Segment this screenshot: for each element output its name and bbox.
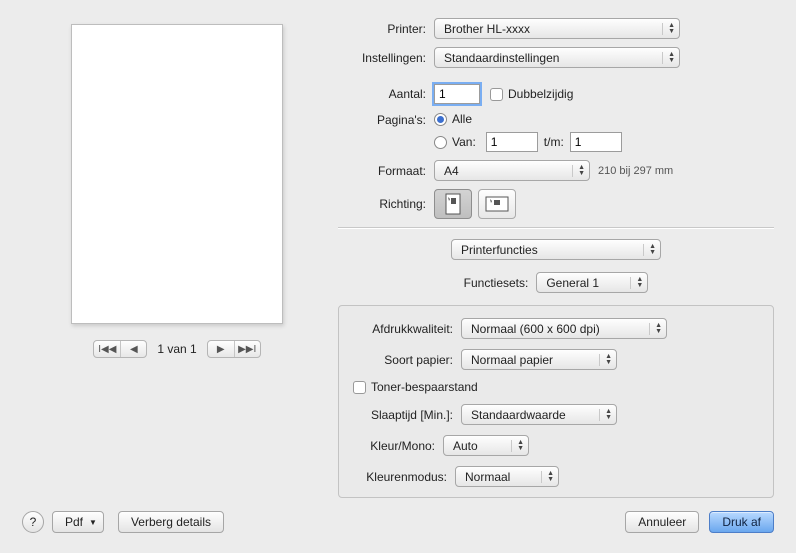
print-button[interactable]: Druk af (709, 511, 774, 533)
media-type-label: Soort papier: (353, 353, 461, 367)
paper-size-select[interactable]: A4 ▲▼ (434, 160, 590, 181)
color-mono-label: Kleur/Mono: (353, 439, 443, 453)
updown-icon: ▲▼ (599, 409, 612, 421)
pages-to-label: t/m: (544, 135, 564, 149)
color-mono-select[interactable]: Auto ▲▼ (443, 435, 529, 456)
print-dialog: I◀◀ ◀ 1 van 1 ▶ ▶▶I Printer: Brother HL-… (0, 0, 796, 553)
copies-label: Aantal: (338, 87, 434, 101)
pdf-menu-button[interactable]: Pdf ▼ (52, 511, 104, 533)
cancel-label: Annuleer (638, 515, 686, 529)
presets-select[interactable]: Standaardinstellingen ▲▼ (434, 47, 680, 68)
toner-save-checkbox[interactable] (353, 381, 366, 394)
updown-icon: ▲▼ (662, 52, 675, 64)
sleep-time-select[interactable]: Standaardwaarde ▲▼ (461, 404, 617, 425)
feature-panel: Afdrukkwaliteit: Normaal (600 x 600 dpi)… (338, 305, 774, 498)
sleep-time-value: Standaardwaarde (471, 408, 566, 422)
feature-sets-value: General 1 (546, 276, 599, 290)
bottom-bar: ? Pdf ▼ Verberg details Annuleer Druk af (0, 497, 796, 553)
pages-from-label: Van: (452, 135, 476, 149)
preview-pager: I◀◀ ◀ 1 van 1 ▶ ▶▶I (93, 340, 260, 358)
portrait-icon (443, 193, 463, 215)
sleep-time-label: Slaaptijd [Min.]: (353, 408, 461, 422)
orientation-label: Richting: (338, 197, 434, 211)
preview-page (71, 24, 283, 324)
updown-icon: ▲▼ (541, 471, 554, 483)
printer-value: Brother HL-xxxx (444, 22, 530, 36)
updown-icon: ▲▼ (630, 277, 643, 289)
paper-size-label: Formaat: (338, 164, 434, 178)
pager-fwd-group: ▶ ▶▶I (207, 340, 261, 358)
pager-next-button[interactable]: ▶ (208, 341, 234, 357)
color-mono-value: Auto (453, 439, 478, 453)
pages-to-input[interactable] (570, 132, 622, 152)
presets-value: Standaardinstellingen (444, 51, 559, 65)
pager-label: 1 van 1 (157, 342, 196, 356)
copies-input[interactable] (434, 84, 480, 104)
pages-range-radio[interactable] (434, 136, 447, 149)
color-mode-label: Kleurenmodus: (353, 470, 455, 484)
print-quality-value: Normaal (600 x 600 dpi) (471, 322, 600, 336)
pages-all-radio[interactable] (434, 113, 447, 126)
hide-details-button[interactable]: Verberg details (118, 511, 224, 533)
orientation-portrait-button[interactable] (434, 189, 472, 219)
printer-label: Printer: (338, 22, 434, 36)
media-type-value: Normaal papier (471, 353, 553, 367)
color-mode-value: Normaal (465, 470, 510, 484)
updown-icon: ▲▼ (649, 323, 662, 335)
help-button[interactable]: ? (22, 511, 44, 533)
landscape-icon (485, 194, 509, 214)
media-type-select[interactable]: Normaal papier ▲▼ (461, 349, 617, 370)
pager-prev-button[interactable]: ◀ (120, 341, 146, 357)
duplex-label: Dubbelzijdig (508, 87, 573, 101)
divider (338, 227, 774, 229)
orientation-landscape-button[interactable] (478, 189, 516, 219)
preview-pane: I◀◀ ◀ 1 van 1 ▶ ▶▶I (22, 18, 332, 498)
pdf-label: Pdf (65, 515, 83, 529)
paper-size-value: A4 (444, 164, 459, 178)
pages-from-input[interactable] (486, 132, 538, 152)
print-quality-label: Afdrukkwaliteit: (353, 322, 461, 336)
print-quality-select[interactable]: Normaal (600 x 600 dpi) ▲▼ (461, 318, 667, 339)
chevron-down-icon: ▼ (89, 518, 97, 527)
pager-last-button[interactable]: ▶▶I (234, 341, 260, 357)
printer-select[interactable]: Brother HL-xxxx ▲▼ (434, 18, 680, 39)
updown-icon: ▲▼ (643, 244, 656, 256)
cancel-button[interactable]: Annuleer (625, 511, 699, 533)
updown-icon: ▲▼ (572, 165, 585, 177)
help-icon: ? (30, 515, 37, 529)
print-label: Druk af (722, 515, 761, 529)
pager-first-button[interactable]: I◀◀ (94, 341, 120, 357)
duplex-checkbox[interactable] (490, 88, 503, 101)
hide-details-label: Verberg details (131, 515, 211, 529)
color-mode-select[interactable]: Normaal ▲▼ (455, 466, 559, 487)
pager-back-group: I◀◀ ◀ (93, 340, 147, 358)
section-select[interactable]: Printerfuncties ▲▼ (451, 239, 661, 260)
form-pane: Printer: Brother HL-xxxx ▲▼ Instellingen… (332, 18, 774, 498)
pages-all-label: Alle (452, 112, 472, 126)
toner-save-label: Toner-bespaarstand (371, 380, 478, 394)
updown-icon: ▲▼ (662, 23, 675, 35)
section-value: Printerfuncties (461, 243, 538, 257)
pages-label: Pagina's: (338, 112, 434, 127)
feature-sets-select[interactable]: General 1 ▲▼ (536, 272, 648, 293)
updown-icon: ▲▼ (511, 440, 524, 452)
updown-icon: ▲▼ (599, 354, 612, 366)
presets-label: Instellingen: (338, 51, 434, 65)
feature-sets-label: Functiesets: (464, 276, 529, 290)
paper-dim-label: 210 bij 297 mm (598, 165, 673, 177)
